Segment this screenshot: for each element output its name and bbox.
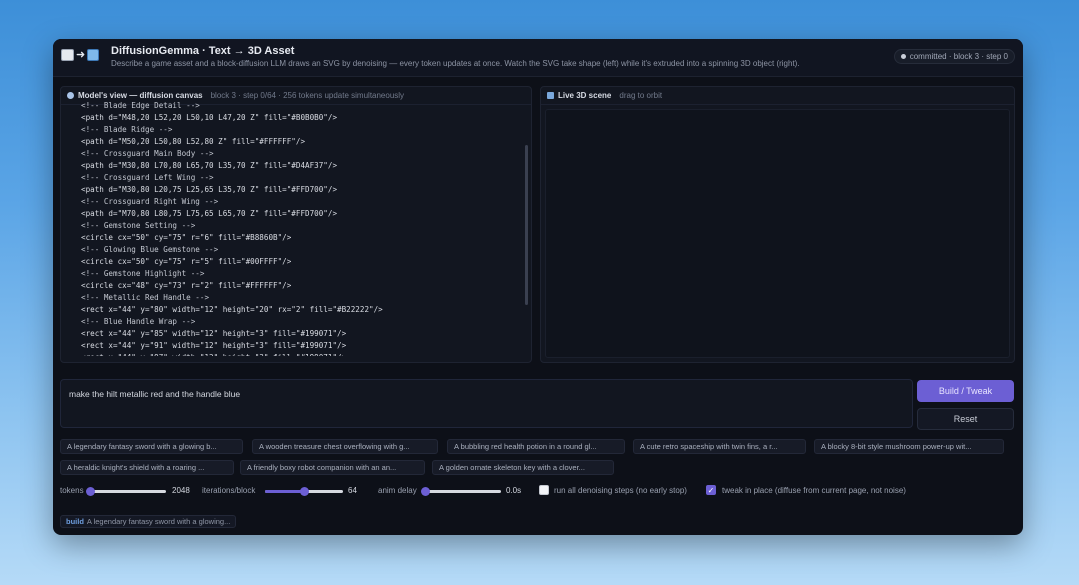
- example-chip[interactable]: A golden ornate skeleton key with a clov…: [432, 460, 614, 475]
- diffusion-canvas-panel: Model's view — diffusion canvas block 3 …: [60, 86, 532, 363]
- tweak-checkbox[interactable]: ✓: [706, 485, 716, 495]
- example-chip[interactable]: A heraldic knight's shield with a roarin…: [60, 460, 234, 475]
- example-chip[interactable]: A bubbling red health potion in a round …: [447, 439, 625, 454]
- code-line: <rect x="44" y="91" width="12" height="3…: [81, 341, 347, 350]
- iterations-value: 64: [348, 486, 357, 495]
- delay-slider[interactable]: [421, 487, 501, 496]
- tokens-slider[interactable]: [86, 487, 166, 496]
- text-doc-icon: [61, 49, 74, 61]
- settings-row: tokens 2048 iterations/block 64 anim del…: [60, 485, 1010, 497]
- code-line: <!-- Metallic Red Handle -->: [81, 293, 210, 302]
- app-subtitle: Describe a game asset and a block-diffus…: [111, 59, 800, 68]
- status-dot-icon: [900, 54, 906, 59]
- app-header: ➜ DiffusionGemma · Text → 3D Asset Descr…: [53, 39, 1023, 77]
- delay-label: anim delay: [378, 486, 417, 495]
- code-line: <path d="M48,20 L52,20 L50,10 L47,20 Z" …: [81, 113, 338, 122]
- live-3d-scene-panel: Live 3D scene drag to orbit: [540, 86, 1015, 363]
- 3d-viewport[interactable]: [545, 109, 1010, 358]
- iterations-label: iterations/block: [202, 486, 256, 495]
- example-chip[interactable]: A friendly boxy robot companion with an …: [240, 460, 425, 475]
- code-line: <path d="M30,80 L70,80 L65,70 L35,70 Z" …: [81, 161, 338, 170]
- build-tweak-button[interactable]: Build / Tweak: [917, 380, 1014, 402]
- app-logo: ➜: [61, 48, 103, 62]
- code-line: <rect x="44" y="97" width="12" height="3…: [81, 352, 523, 356]
- history-tag: build: [66, 517, 84, 526]
- example-chip[interactable]: A legendary fantasy sword with a glowing…: [60, 439, 243, 454]
- run-all-label: run all denoising steps (no early stop): [554, 486, 687, 495]
- code-line: <path d="M70,80 L80,75 L75,65 L65,70 Z" …: [81, 209, 338, 218]
- code-line: <!-- Blade Ridge -->: [81, 125, 173, 134]
- code-line: <!-- Gemstone Highlight -->: [81, 269, 205, 278]
- example-chip[interactable]: A blocky 8-bit style mushroom power-up w…: [814, 439, 1004, 454]
- delay-value: 0.0s: [506, 486, 522, 495]
- cube-icon: [87, 49, 100, 61]
- history-item[interactable]: build A legendary fantasy sword with a g…: [60, 515, 237, 528]
- example-chip[interactable]: A wooden treasure chest overflowing with…: [252, 439, 438, 454]
- code-line: <path d="M50,20 L50,80 L52,80 Z" fill="#…: [81, 137, 306, 146]
- code-line: <!-- Blue Handle Wrap -->: [81, 317, 196, 326]
- code-line: <!-- Crossguard Left Wing -->: [81, 173, 214, 182]
- tweak-label: tweak in place (diffuse from current pag…: [722, 486, 906, 495]
- live-3d-scene-header: Live 3D scene drag to orbit: [541, 87, 1014, 105]
- reset-button[interactable]: Reset: [917, 408, 1014, 430]
- example-chip[interactable]: A cute retro spaceship with twin fins, a…: [633, 439, 806, 454]
- run-all-checkbox[interactable]: [539, 485, 549, 495]
- code-scrollbar[interactable]: [525, 145, 528, 305]
- app-title: DiffusionGemma · Text → 3D Asset: [111, 45, 295, 57]
- code-line: <!-- Crossguard Right Wing -->: [81, 197, 219, 206]
- svg-code-view[interactable]: <!-- Blade Edge Detail --> <path d="M48,2…: [61, 98, 523, 356]
- code-line: <!-- Gemstone Setting -->: [81, 221, 196, 230]
- prompt-input[interactable]: make the hilt metallic red and the handl…: [60, 379, 913, 428]
- code-line: <!-- Glowing Blue Gemstone -->: [81, 245, 219, 254]
- tokens-label: tokens: [60, 486, 84, 495]
- cube-icon: [547, 92, 554, 99]
- arrow-right-icon: ➜: [76, 49, 86, 61]
- history-text: A legendary fantasy sword with a glowing…: [86, 517, 231, 526]
- live-3d-scene-title: Live 3D scene: [558, 91, 612, 100]
- code-line: <path d="M30,80 L20,75 L25,65 L35,70 Z" …: [81, 185, 338, 194]
- code-line: <circle cx="50" cy="75" r="6" fill="#B88…: [81, 233, 292, 242]
- status-text: committed · block 3 · step 0: [909, 52, 1008, 61]
- status-badge: committed · block 3 · step 0: [893, 49, 1015, 64]
- code-line: <rect x="44" y="80" width="12" height="2…: [81, 305, 383, 314]
- code-line: <rect x="44" y="85" width="12" height="3…: [81, 329, 347, 338]
- code-line: <circle cx="50" cy="75" r="5" fill="#00F…: [81, 257, 292, 266]
- iterations-slider[interactable]: [265, 487, 343, 496]
- code-line: <circle cx="48" cy="73" r="2" fill="#FFF…: [81, 281, 292, 290]
- code-line: <!-- Blade Edge Detail -->: [81, 101, 200, 110]
- code-line: <!-- Crossguard Main Body -->: [81, 149, 214, 158]
- tokens-value: 2048: [172, 486, 190, 495]
- live-3d-scene-hint: drag to orbit: [619, 91, 663, 100]
- app-window: ➜ DiffusionGemma · Text → 3D Asset Descr…: [53, 39, 1023, 535]
